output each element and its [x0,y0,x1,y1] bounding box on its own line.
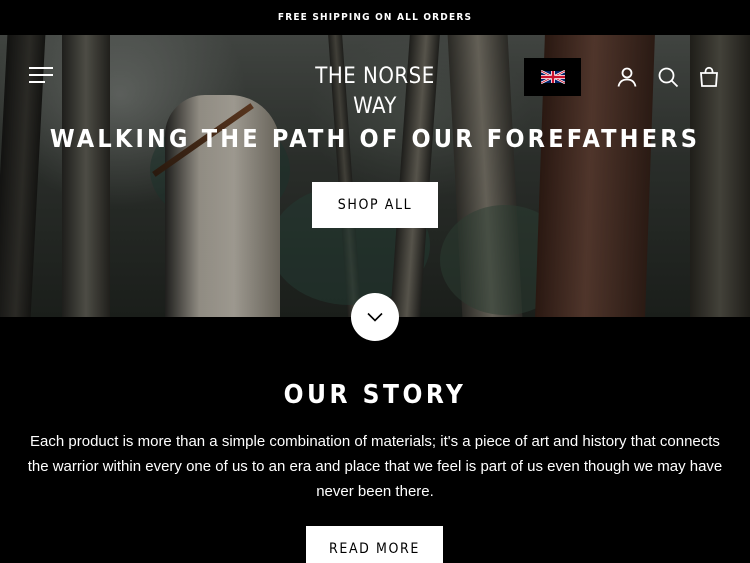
cart-icon[interactable] [698,66,720,88]
shop-all-button[interactable]: SHOP ALL [312,182,438,228]
menu-icon[interactable] [29,67,53,85]
announcement-text: FREE SHIPPING ON ALL ORDERS [277,12,473,23]
chevron-down-icon [367,312,383,322]
search-icon[interactable] [657,66,679,88]
scroll-down-button[interactable] [351,293,399,341]
language-selector[interactable] [524,58,581,96]
story-text: Each product is more than a simple combi… [27,433,723,500]
united-kingdom-flag-icon [540,70,565,84]
announcement-bar: FREE SHIPPING ON ALL ORDERS [0,0,750,35]
story-title: OUR STORY [283,380,467,410]
hero-title: WALKING THE PATH OF OUR FOREFATHERS [49,124,701,153]
account-icon[interactable] [616,66,638,88]
read-more-button[interactable]: READ MORE [306,526,443,563]
site-logo[interactable]: THE NORSE WAY [300,62,450,119]
